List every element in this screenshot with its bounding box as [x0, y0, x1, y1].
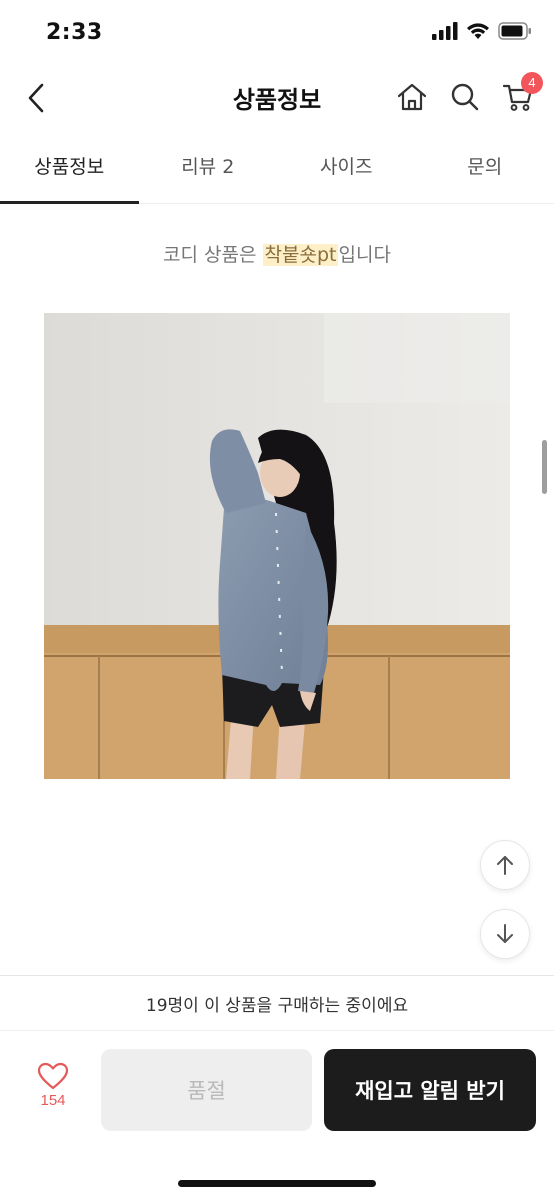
scroll-top-button[interactable] — [480, 840, 530, 890]
scroll-bottom-button[interactable] — [480, 909, 530, 959]
product-photo-illustration — [44, 313, 510, 779]
home-indicator[interactable] — [178, 1180, 376, 1187]
coordination-notice: 코디 상품은 착붙숏pt 입니다 — [0, 240, 554, 267]
back-button[interactable] — [18, 78, 54, 118]
app-header: 상품정보 4 — [0, 66, 554, 128]
notice-highlight: 착붙숏pt — [262, 244, 339, 266]
tab-size[interactable]: 사이즈 — [277, 128, 416, 203]
buying-now-banner: 19명이 이 상품을 구매하는 중이에요 — [0, 975, 554, 1031]
buying-now-text: 19명이 이 상품을 구매하는 중이에요 — [145, 995, 409, 1016]
status-time: 2:33 — [46, 20, 103, 45]
like-count: 154 — [40, 1092, 66, 1109]
status-icons — [432, 22, 532, 40]
signal-icon — [432, 22, 458, 40]
tab-reviews[interactable]: 리뷰 2 — [139, 128, 278, 203]
arrow-up-icon — [497, 856, 513, 875]
cart-count-badge: 4 — [521, 72, 543, 94]
notice-suffix: 입니다 — [338, 244, 391, 266]
scrollbar[interactable] — [542, 440, 547, 494]
wifi-icon — [467, 23, 489, 39]
product-photo[interactable] — [44, 313, 510, 779]
heart-icon — [37, 1062, 69, 1090]
product-detail-screen: 2:33 상품정보 4 상품정보 리뷰 2 사이즈 문의 코디 상품은 착붙숏p… — [0, 0, 554, 1200]
tab-inquiry[interactable]: 문의 — [416, 128, 554, 203]
search-button[interactable] — [446, 78, 484, 116]
soldout-button[interactable]: 품절 — [101, 1049, 312, 1131]
tab-product-info[interactable]: 상품정보 — [0, 128, 139, 204]
chevron-left-icon — [28, 83, 44, 113]
home-button[interactable] — [393, 78, 431, 116]
notice-prefix: 코디 상품은 — [163, 244, 263, 266]
battery-icon — [498, 22, 531, 40]
cart-button[interactable]: 4 — [499, 72, 543, 116]
like-button[interactable]: 154 — [22, 1062, 84, 1118]
purchase-action-bar: 154 품절 재입고 알림 받기 — [0, 1032, 554, 1150]
restock-alert-button[interactable]: 재입고 알림 받기 — [324, 1049, 536, 1131]
arrow-down-icon — [497, 924, 513, 943]
product-tabs: 상품정보 리뷰 2 사이즈 문의 — [0, 128, 554, 204]
home-icon — [397, 83, 427, 111]
status-bar: 2:33 — [0, 0, 554, 66]
search-icon — [451, 83, 479, 111]
